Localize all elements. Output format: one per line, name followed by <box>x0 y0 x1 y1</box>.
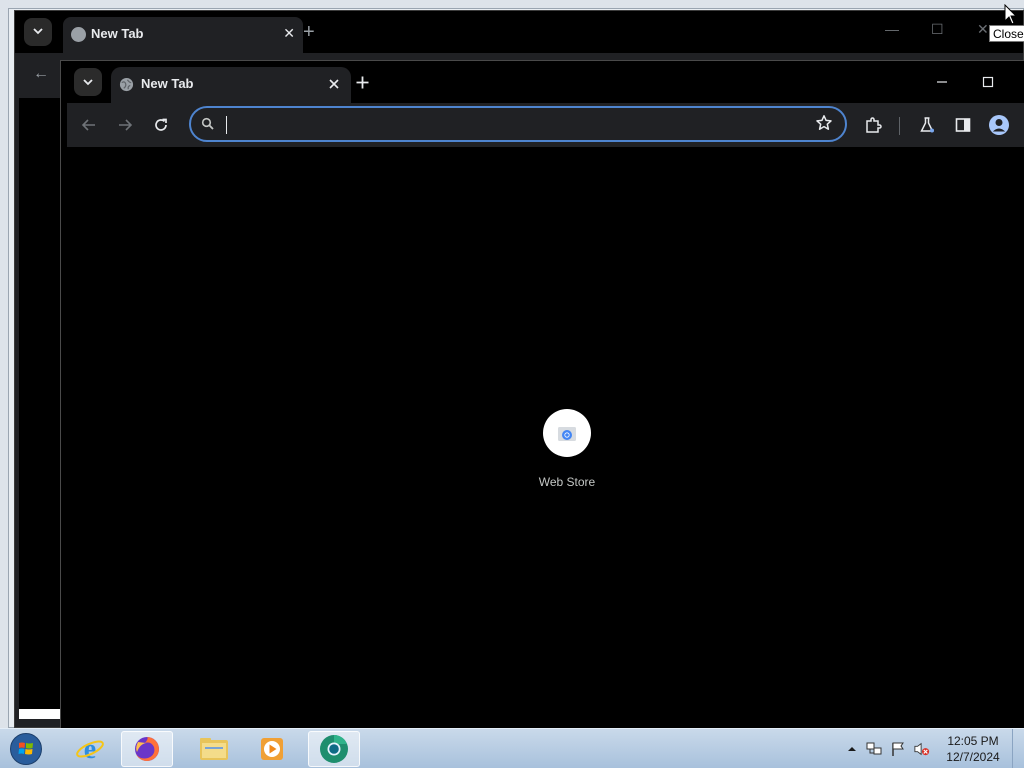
background-tab-title: New Tab <box>91 26 144 41</box>
start-button[interactable] <box>6 731 46 767</box>
text-caret <box>226 116 227 134</box>
background-bottom-strip <box>19 709 63 719</box>
maximize-icon <box>982 76 994 88</box>
chrome-icon <box>320 735 348 763</box>
back-arrow-icon <box>81 119 95 131</box>
side-panel-button[interactable] <box>949 111 977 139</box>
tab-strip: New Tab <box>61 61 1024 103</box>
background-content <box>19 98 63 710</box>
start-orb-icon <box>10 733 42 765</box>
back-arrow-icon[interactable]: ← <box>33 65 49 83</box>
new-tab-button[interactable]: + <box>303 21 315 44</box>
labs-flask-icon <box>920 117 934 133</box>
globe-icon <box>119 77 134 92</box>
reload-icon <box>155 118 167 131</box>
extensions-button[interactable] <box>859 111 887 139</box>
back-button[interactable] <box>75 111 103 139</box>
side-panel-icon <box>955 118 971 132</box>
address-bar[interactable] <box>189 106 847 142</box>
web-store-icon <box>558 427 576 441</box>
toolbar-divider <box>899 117 900 135</box>
address-input[interactable] <box>231 112 791 136</box>
search-icon <box>201 117 214 130</box>
network-icon <box>866 742 882 755</box>
show-desktop-button[interactable] <box>1012 729 1024 768</box>
show-hidden-icons-button[interactable] <box>844 741 860 757</box>
minimize-icon <box>937 81 947 83</box>
close-tab-icon[interactable] <box>325 75 343 93</box>
forward-arrow-icon <box>119 119 133 131</box>
volume-muted-icon <box>914 742 930 756</box>
chevron-down-icon <box>83 79 93 86</box>
mouse-pointer-icon <box>1004 4 1018 25</box>
shortcut-label: Web Store <box>538 475 596 489</box>
extensions-icon <box>866 117 882 133</box>
tab-search-button[interactable] <box>74 68 102 96</box>
taskbar: e 12:05 PM 12/7/2024 <box>0 728 1024 768</box>
maximize-button[interactable] <box>977 71 999 93</box>
flag-icon <box>892 742 904 756</box>
tab-search-button[interactable] <box>24 18 52 46</box>
chevron-up-icon <box>848 747 856 751</box>
profile-icon <box>989 115 1009 135</box>
network-tray-button[interactable] <box>866 741 882 757</box>
taskbar-media-player[interactable] <box>246 731 298 767</box>
taskbar-file-explorer[interactable] <box>188 731 240 767</box>
tab-title: New Tab <box>141 76 194 91</box>
volume-button[interactable] <box>914 741 930 757</box>
close-window-icon[interactable]: ✕ <box>977 21 989 38</box>
toolbar <box>67 103 1024 147</box>
bookmark-star-icon <box>816 115 832 130</box>
globe-icon <box>71 27 86 42</box>
active-tab[interactable]: New Tab <box>111 67 351 103</box>
close-tooltip: Close <box>989 25 1024 42</box>
chevron-down-icon <box>33 28 43 35</box>
new-tab-page: Web Store <box>67 147 1024 729</box>
maximize-icon[interactable]: ☐ <box>931 21 944 38</box>
taskbar-firefox[interactable] <box>121 731 173 767</box>
shortcut-web-store[interactable]: Web Store <box>523 409 611 489</box>
forward-button[interactable] <box>111 111 139 139</box>
labs-button[interactable] <box>913 111 941 139</box>
clock-date: 12/7/2024 <box>946 750 1000 764</box>
media-player-icon <box>261 738 283 760</box>
background-tab-strip: New Tab ✕ + — ☐ ✕ <box>15 11 1023 53</box>
bookmark-star-button[interactable] <box>815 114 833 137</box>
svg-text:e: e <box>84 734 96 764</box>
firefox-icon <box>135 737 159 761</box>
background-tab[interactable]: New Tab ✕ <box>63 17 303 53</box>
reload-button[interactable] <box>147 111 175 139</box>
taskbar-chrome[interactable] <box>308 731 360 767</box>
taskbar-internet-explorer[interactable]: e <box>64 731 116 767</box>
system-clock[interactable]: 12:05 PM 12/7/2024 <box>940 733 1006 765</box>
shortcut-tile[interactable] <box>543 409 591 457</box>
browser-window: New Tab Web Store <box>60 60 1024 729</box>
profile-button[interactable] <box>985 111 1013 139</box>
minimize-button[interactable] <box>931 71 953 93</box>
minimize-icon[interactable]: — <box>885 21 899 37</box>
action-center-button[interactable] <box>890 741 906 757</box>
internet-explorer-icon: e <box>76 734 104 764</box>
plus-icon <box>356 76 368 88</box>
file-explorer-icon <box>200 738 228 760</box>
clock-time: 12:05 PM <box>947 734 999 748</box>
close-tab-icon[interactable]: ✕ <box>283 25 295 42</box>
new-tab-button[interactable] <box>351 71 373 93</box>
